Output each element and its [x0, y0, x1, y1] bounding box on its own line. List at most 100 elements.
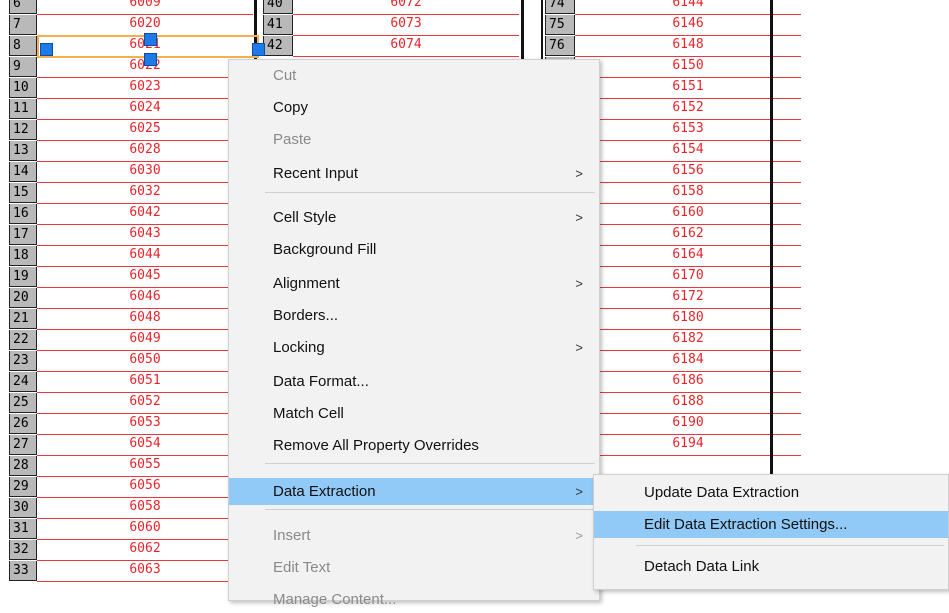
menu-item-data-format[interactable]: Data Format...	[229, 368, 599, 395]
row-number[interactable]: 16	[9, 204, 37, 224]
cell-value[interactable]: 6045	[37, 267, 253, 288]
cell-value[interactable]: 6042	[37, 204, 253, 225]
table-row[interactable]: 18 6044	[9, 246, 253, 267]
table-row[interactable]: 26 6053	[9, 414, 253, 435]
table-row[interactable]: 7 6020	[9, 15, 253, 36]
row-number[interactable]: 74	[545, 0, 575, 14]
cell-value[interactable]: 6188	[575, 393, 801, 414]
cell-value[interactable]: 6044	[37, 246, 253, 267]
menu-item-borders[interactable]: Borders...	[229, 302, 599, 329]
table-row[interactable]: 74 6144	[545, 0, 801, 15]
cell-value[interactable]: 6194	[575, 435, 801, 456]
table-row[interactable]: 42 6074	[263, 36, 519, 57]
row-number[interactable]: 17	[9, 225, 37, 245]
row-number[interactable]: 25	[9, 393, 37, 413]
row-number[interactable]: 26	[9, 414, 37, 434]
cell-value[interactable]: 6024	[37, 99, 253, 120]
cell-value[interactable]: 6152	[575, 99, 801, 120]
row-number[interactable]: 20	[9, 288, 37, 308]
row-number[interactable]: 7	[9, 15, 37, 35]
cell-value[interactable]: 6060	[37, 519, 253, 540]
cell-value[interactable]: 6186	[575, 372, 801, 393]
menu-item-insert[interactable]: Insert >	[229, 522, 599, 549]
table-row[interactable]: 11 6024	[9, 99, 253, 120]
row-number[interactable]: 42	[263, 36, 293, 56]
table-row[interactable]: 31 6060	[9, 519, 253, 540]
row-number[interactable]: 9	[9, 57, 37, 77]
row-number[interactable]: 33	[9, 561, 37, 581]
cell-value[interactable]: 6055	[37, 456, 253, 477]
menu-item-cut[interactable]: Cut	[229, 62, 599, 89]
cell-value[interactable]: 6182	[575, 330, 801, 351]
grip-handle[interactable]	[40, 43, 53, 56]
cell-value[interactable]: 6048	[37, 309, 253, 330]
grip-handle[interactable]	[252, 43, 265, 56]
cell-value[interactable]: 6063	[37, 561, 253, 582]
menu-item-copy[interactable]: Copy	[229, 94, 599, 121]
table-row[interactable]: 29 6056	[9, 477, 253, 498]
row-number[interactable]: 76	[545, 36, 575, 56]
cell-value[interactable]: 6062	[37, 540, 253, 561]
table-row[interactable]: 12 6025	[9, 120, 253, 141]
cell-value[interactable]: 6056	[37, 477, 253, 498]
cell-value[interactable]: 6073	[293, 15, 519, 36]
menu-item-alignment[interactable]: Alignment >	[229, 270, 599, 297]
cell-value[interactable]: 6158	[575, 183, 801, 204]
cell-value[interactable]: 6028	[37, 141, 253, 162]
grip-handle[interactable]	[144, 53, 157, 66]
table-row[interactable]: 27 6054	[9, 435, 253, 456]
row-number[interactable]: 8	[9, 36, 37, 56]
menu-item-cell-style[interactable]: Cell Style >	[229, 204, 599, 231]
cell-value[interactable]: 6180	[575, 309, 801, 330]
table-row[interactable]: 40 6072	[263, 0, 519, 15]
grip-handle[interactable]	[144, 33, 157, 46]
cell-value[interactable]: 6074	[293, 36, 519, 57]
row-number[interactable]: 75	[545, 15, 575, 35]
cell-value[interactable]: 6046	[37, 288, 253, 309]
row-number[interactable]: 41	[263, 15, 293, 35]
table-row[interactable]: 23 6050	[9, 351, 253, 372]
table-row[interactable]: 16 6042	[9, 204, 253, 225]
cell-value[interactable]: 6164	[575, 246, 801, 267]
table-row[interactable]: 22 6049	[9, 330, 253, 351]
cell-value[interactable]: 6162	[575, 225, 801, 246]
row-number[interactable]: 6	[9, 0, 37, 14]
table-row[interactable]: 25 6052	[9, 393, 253, 414]
cell-value[interactable]: 6146	[575, 15, 801, 36]
row-number[interactable]: 32	[9, 540, 37, 560]
cell-value[interactable]: 6153	[575, 120, 801, 141]
menu-item-paste[interactable]: Paste	[229, 126, 599, 153]
table-row[interactable]: 28 6055	[9, 456, 253, 477]
row-number[interactable]: 11	[9, 99, 37, 119]
row-number[interactable]: 12	[9, 120, 37, 140]
cell-value[interactable]: 6025	[37, 120, 253, 141]
row-number[interactable]: 14	[9, 162, 37, 182]
row-number[interactable]: 24	[9, 372, 37, 392]
table-row[interactable]: 76 6148	[545, 36, 801, 57]
table-row[interactable]: 20 6046	[9, 288, 253, 309]
row-number[interactable]: 10	[9, 78, 37, 98]
cell-value[interactable]: 6151	[575, 78, 801, 99]
row-number[interactable]: 13	[9, 141, 37, 161]
row-number[interactable]: 15	[9, 183, 37, 203]
table-row[interactable]: 30 6058	[9, 498, 253, 519]
row-number[interactable]: 29	[9, 477, 37, 497]
row-number[interactable]: 27	[9, 435, 37, 455]
table-row[interactable]: 14 6030	[9, 162, 253, 183]
cell-value[interactable]: 6148	[575, 36, 801, 57]
cell-value[interactable]: 6030	[37, 162, 253, 183]
cell-value[interactable]: 6052	[37, 393, 253, 414]
table-row[interactable]: 21 6048	[9, 309, 253, 330]
row-number[interactable]: 28	[9, 456, 37, 476]
cell-value[interactable]: 6160	[575, 204, 801, 225]
table-row[interactable]: 41 6073	[263, 15, 519, 36]
menu-item-remove-all-property-overrides[interactable]: Remove All Property Overrides	[229, 432, 599, 459]
cell-value[interactable]: 6009	[37, 0, 253, 15]
cell-value[interactable]: 6051	[37, 372, 253, 393]
table-row[interactable]: 6 6009	[9, 0, 253, 15]
cell-value[interactable]: 6170	[575, 267, 801, 288]
table-row[interactable]: 13 6028	[9, 141, 253, 162]
cell-value[interactable]: 6049	[37, 330, 253, 351]
submenu-item-update-data-extraction[interactable]: Update Data Extraction	[594, 479, 948, 506]
cell-value[interactable]: 6072	[293, 0, 519, 15]
